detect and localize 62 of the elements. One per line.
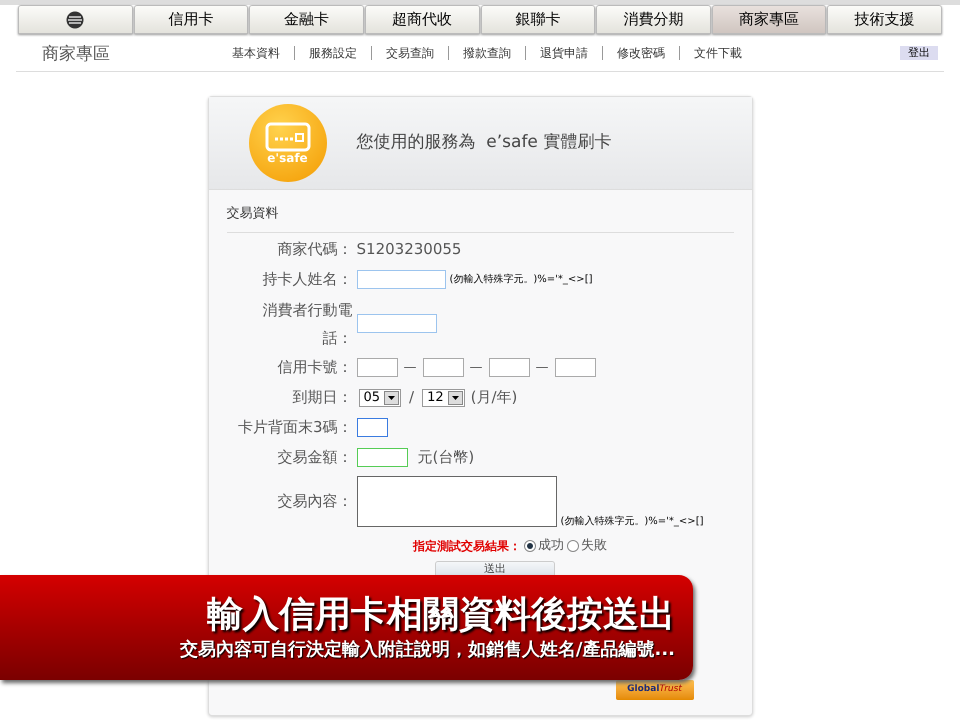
result-label: 指定測試交易結果：: [413, 538, 521, 554]
merchant-code: S1203230055: [356, 239, 462, 260]
field-label: 持卡人姓名：: [262, 269, 354, 290]
field-label: 信用卡號：: [276, 357, 354, 378]
globaltrust-badge: GlobalTrust: [616, 680, 694, 700]
section-title: 商家專區: [42, 42, 111, 66]
amount-field[interactable]: [356, 448, 408, 467]
dash-text: —: [536, 358, 548, 377]
radio-label: 成功: [538, 536, 564, 555]
service-heading: 您使用的服務為 e’safe 實體刷卡: [356, 131, 612, 154]
banner-subtitle: 交易內容可自行決定輸入附註說明，如銷售人姓名/產品編號...: [180, 638, 675, 662]
card-number-field[interactable]: [488, 358, 530, 377]
sub-nav-link[interactable]: 基本資料: [232, 44, 280, 62]
sub-nav-link[interactable]: 修改密碼: [617, 44, 665, 62]
nav-tab[interactable]: 消費分期: [596, 5, 711, 34]
name-field[interactable]: [356, 270, 446, 289]
dash-text: —: [404, 358, 416, 377]
banner-title: 輸入信用卡相關資料後按送出: [207, 592, 675, 636]
field-label: 話：: [322, 328, 352, 348]
sub-nav-link[interactable]: 文件下載: [694, 44, 742, 62]
nav-tab[interactable]: 銀聯卡: [480, 5, 596, 34]
content-textarea[interactable]: [356, 476, 556, 527]
field-label: 到期日：: [292, 387, 354, 408]
dropdown-arrow-icon: [388, 396, 396, 400]
field-label: 消費者行動電: [262, 300, 352, 320]
field-label: 商家代碼：: [276, 239, 354, 260]
month-select[interactable]: 05: [358, 388, 402, 406]
logo-icon: [66, 10, 84, 28]
logout-button[interactable]: 登出: [900, 46, 938, 60]
card-number-field[interactable]: [554, 358, 596, 377]
nav-tab[interactable]: 技術支援: [827, 5, 942, 34]
logo-text: e'safe: [267, 152, 308, 164]
cvv-field[interactable]: [356, 418, 388, 437]
dash-text: —: [470, 358, 482, 377]
unit-text: 元(台幣): [418, 447, 474, 468]
field-label: 卡片背面末3碼：: [236, 417, 354, 438]
slash-text: /: [409, 387, 414, 408]
section-heading: 交易資料: [226, 204, 734, 232]
nav-tab[interactable]: 超商代收: [364, 5, 480, 34]
nav-tab[interactable]: 商家專區: [712, 5, 826, 34]
nav-tab[interactable]: [18, 5, 133, 34]
card-number-field[interactable]: [356, 358, 398, 377]
unit-text: (月/年): [470, 387, 518, 408]
radio-button[interactable]: [524, 540, 536, 552]
nav-tab[interactable]: 金融卡: [249, 5, 364, 34]
field-label: 交易金額：: [276, 447, 354, 468]
sub-nav-link[interactable]: 服務設定: [309, 44, 357, 62]
dropdown-arrow-icon: [452, 396, 459, 400]
sub-nav-link[interactable]: 撥款查詢: [463, 44, 511, 62]
sub-nav-link[interactable]: 交易查詢: [386, 44, 434, 62]
year-select[interactable]: 12: [422, 388, 465, 406]
card-icon: [264, 122, 310, 152]
sub-nav-link[interactable]: 退貨申請: [540, 44, 588, 62]
hint-text: (勿輸入特殊字元。)%='*_<>[]: [450, 272, 592, 287]
radio-button[interactable]: [567, 540, 579, 552]
card-number-field[interactable]: [422, 358, 464, 377]
submit-button[interactable]: 送出: [435, 560, 555, 576]
phone-field[interactable]: [356, 314, 436, 333]
radio-label: 失敗: [581, 536, 607, 555]
field-label: 交易內容：: [276, 491, 354, 512]
nav-tab[interactable]: 信用卡: [134, 5, 248, 34]
hint-text: (勿輸入特殊字元。)%='*_<>[]: [560, 516, 704, 526]
